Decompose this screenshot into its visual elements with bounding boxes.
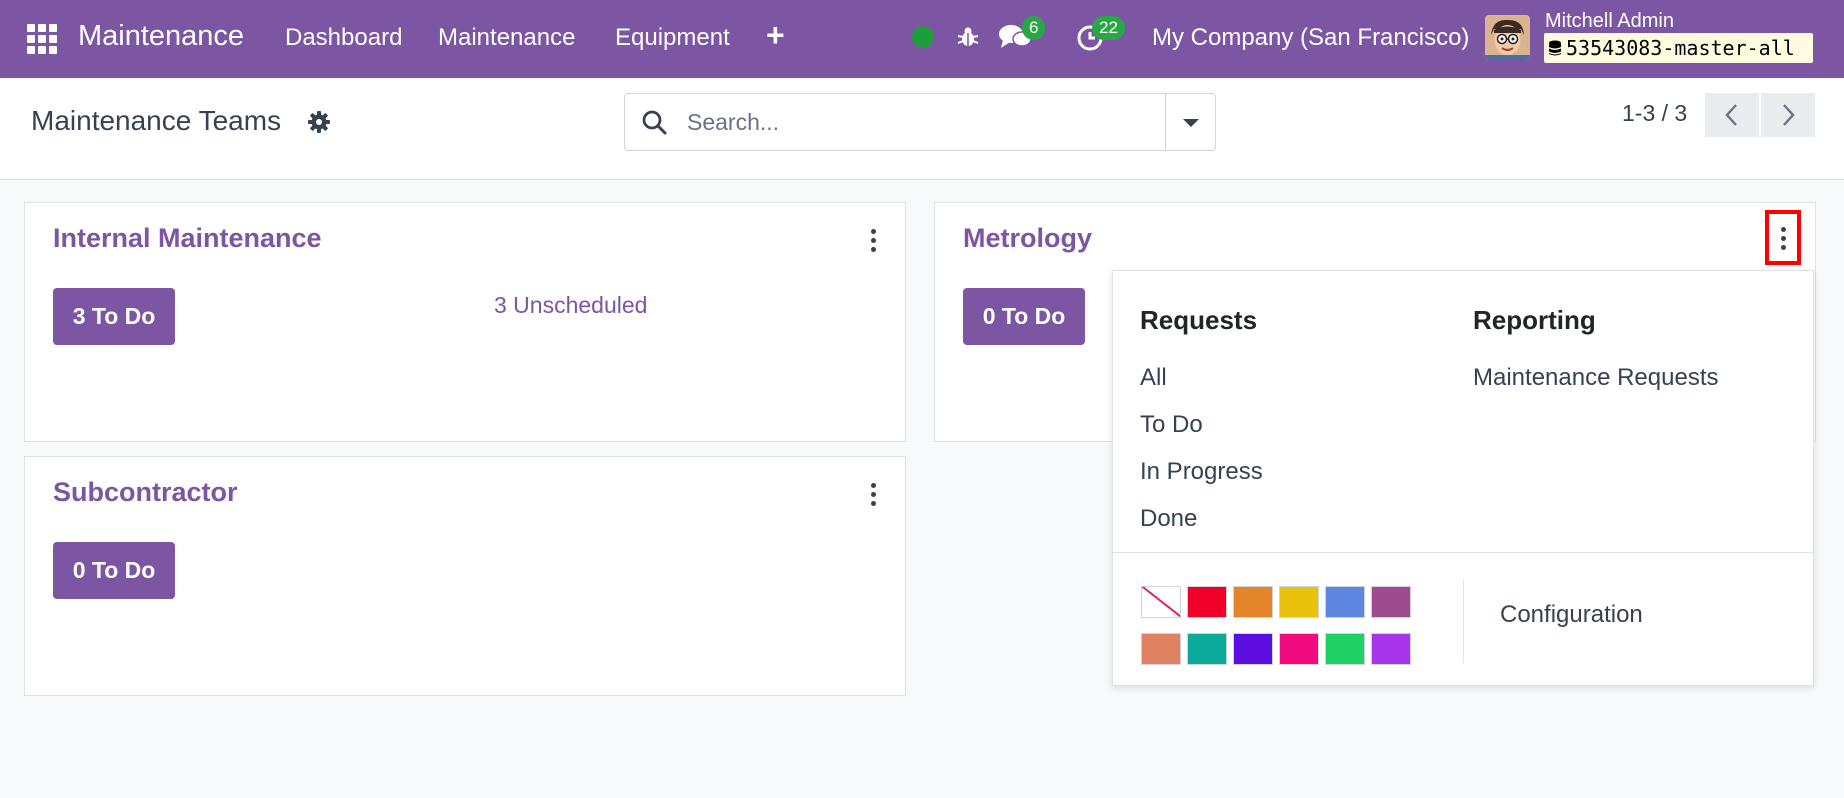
color-swatch-violet[interactable] bbox=[1371, 633, 1411, 665]
pager-next-button[interactable] bbox=[1761, 93, 1815, 137]
chevron-right-icon bbox=[1783, 104, 1795, 126]
color-swatch-orange[interactable] bbox=[1233, 586, 1273, 618]
messages-badge: 6 bbox=[1022, 16, 1046, 40]
menu-equipment[interactable]: Equipment bbox=[615, 24, 730, 52]
color-swatch-green[interactable] bbox=[1325, 633, 1365, 665]
team-name[interactable]: Subcontractor bbox=[53, 477, 238, 508]
app-menu-icon[interactable] bbox=[24, 21, 58, 55]
menu-plus-icon[interactable]: + bbox=[766, 17, 785, 54]
team-card-subcontractor[interactable]: Subcontractor 0 To Do bbox=[24, 456, 906, 696]
activities-badge: 22 bbox=[1092, 16, 1125, 40]
top-navbar: Maintenance Dashboard Maintenance Equipm… bbox=[0, 0, 1844, 78]
team-card-internal-maintenance[interactable]: Internal Maintenance 3 To Do 3 Unschedul… bbox=[24, 202, 906, 442]
pager-value[interactable]: 1-3 / 3 bbox=[1622, 100, 1687, 127]
configuration-link[interactable]: Configuration bbox=[1500, 601, 1643, 629]
requests-all[interactable]: All bbox=[1140, 364, 1167, 392]
team-name[interactable]: Internal Maintenance bbox=[53, 223, 322, 254]
search-options-toggle[interactable] bbox=[1165, 94, 1215, 150]
kebab-icon bbox=[1773, 224, 1793, 254]
control-panel: Maintenance Teams 1-3 / 3 bbox=[0, 78, 1844, 180]
database-tag: 53543083-master-all bbox=[1544, 33, 1813, 63]
color-swatch-salmon[interactable] bbox=[1141, 633, 1181, 665]
color-swatch-teal[interactable] bbox=[1187, 633, 1227, 665]
user-name[interactable]: Mitchell Admin bbox=[1545, 10, 1674, 33]
database-icon bbox=[1549, 40, 1561, 56]
app-brand[interactable]: Maintenance bbox=[78, 20, 244, 53]
requests-heading: Requests bbox=[1140, 305, 1258, 335]
gear-icon[interactable] bbox=[307, 110, 331, 134]
color-swatch-indigo[interactable] bbox=[1233, 633, 1273, 665]
team-name[interactable]: Metrology bbox=[963, 223, 1092, 254]
dropdown-divider bbox=[1113, 552, 1813, 553]
color-swatch-blue[interactable] bbox=[1325, 586, 1365, 618]
user-avatar[interactable] bbox=[1485, 15, 1530, 60]
color-swatch-none[interactable] bbox=[1141, 586, 1181, 618]
dropdown-vertical-divider bbox=[1463, 579, 1464, 663]
menu-maintenance[interactable]: Maintenance bbox=[438, 24, 575, 52]
page-title: Maintenance Teams bbox=[31, 105, 282, 136]
search-icon bbox=[642, 110, 667, 135]
debug-bug-icon[interactable] bbox=[956, 25, 980, 49]
reporting-maintenance-requests[interactable]: Maintenance Requests bbox=[1473, 364, 1718, 392]
requests-in-progress[interactable]: In Progress bbox=[1140, 458, 1263, 486]
requests-done[interactable]: Done bbox=[1140, 505, 1197, 533]
card-menu-icon[interactable] bbox=[863, 226, 883, 256]
card-menu-icon-active[interactable] bbox=[1765, 210, 1801, 265]
menu-dashboard[interactable]: Dashboard bbox=[285, 24, 402, 52]
caret-down-icon bbox=[1183, 119, 1199, 127]
reporting-heading: Reporting bbox=[1473, 305, 1596, 335]
company-switcher[interactable]: My Company (San Francisco) bbox=[1152, 24, 1469, 52]
card-menu-icon[interactable] bbox=[863, 480, 883, 510]
todo-button[interactable]: 0 To Do bbox=[53, 542, 175, 599]
pager-previous-button[interactable] bbox=[1705, 93, 1759, 137]
todo-button[interactable]: 0 To Do bbox=[963, 288, 1085, 345]
card-dropdown-menu: Requests All To Do In Progress Done Repo… bbox=[1112, 270, 1814, 686]
color-swatch-plum[interactable] bbox=[1371, 586, 1411, 618]
presence-status-icon bbox=[912, 26, 934, 48]
color-swatch-yellow[interactable] bbox=[1279, 586, 1319, 618]
database-name: 53543083-master-all bbox=[1566, 36, 1795, 60]
search-bar bbox=[624, 93, 1216, 151]
requests-todo[interactable]: To Do bbox=[1140, 411, 1203, 439]
todo-button[interactable]: 3 To Do bbox=[53, 288, 175, 345]
search-input[interactable] bbox=[687, 94, 1147, 150]
color-swatch-red[interactable] bbox=[1187, 586, 1227, 618]
color-swatch-pink[interactable] bbox=[1279, 633, 1319, 665]
unscheduled-link[interactable]: 3 Unscheduled bbox=[494, 292, 647, 319]
chevron-left-icon bbox=[1725, 104, 1737, 126]
